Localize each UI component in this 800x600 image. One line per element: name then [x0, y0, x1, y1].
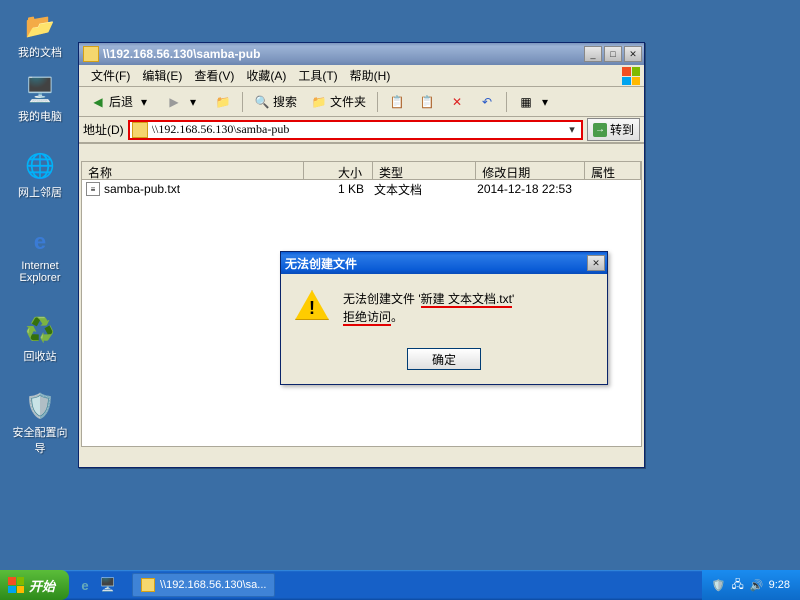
menu-edit[interactable]: 编辑(E)	[136, 65, 188, 86]
forward-button[interactable]: ▶▾	[161, 91, 206, 113]
maximize-button[interactable]: □	[604, 46, 622, 62]
tray-volume-icon[interactable]: 🔊	[750, 578, 764, 592]
desktop-icon-security[interactable]: 🛡️安全配置向导	[8, 390, 72, 456]
column-headers: 名称 大小 类型 修改日期 属性	[82, 162, 641, 180]
desktop-icon-computer[interactable]: 🖥️ 我的电脑	[8, 74, 72, 124]
folders-button[interactable]: 📁文件夹	[306, 90, 371, 113]
go-arrow-icon: →	[593, 123, 607, 137]
move-icon: 📋	[389, 94, 405, 110]
minimize-button[interactable]: _	[584, 46, 602, 62]
move-to-button[interactable]: 📋	[384, 91, 410, 113]
ql-desktop[interactable]: 🖥️	[98, 575, 118, 595]
col-size[interactable]: 大小	[304, 162, 373, 179]
close-button[interactable]: ✕	[624, 46, 642, 62]
warning-icon: !	[295, 290, 329, 320]
col-date[interactable]: 修改日期	[476, 162, 585, 179]
clock[interactable]: 9:28	[769, 579, 790, 591]
desktop-icon-ie[interactable]: eInternet Explorer	[8, 226, 72, 284]
shield-icon: 🛡️	[24, 390, 56, 422]
back-icon: ◀	[90, 94, 106, 110]
label: Internet Explorer	[8, 260, 72, 284]
window-title: \\192.168.56.130\samba-pub	[103, 47, 584, 61]
tray-security-icon[interactable]: 🛡️	[712, 578, 726, 592]
col-attr[interactable]: 属性	[585, 162, 641, 179]
ok-button[interactable]: 确定	[407, 348, 481, 370]
address-dropdown[interactable]: ▾	[565, 123, 579, 136]
dialog-titlebar[interactable]: 无法创建文件 ✕	[281, 252, 607, 274]
chevron-down-icon: ▾	[537, 94, 553, 110]
desktop-icon-documents[interactable]: 📂 我的文档	[8, 10, 72, 60]
views-button[interactable]: ▦▾	[513, 91, 558, 113]
label: 回收站	[8, 348, 72, 364]
menu-file[interactable]: 文件(F)	[85, 65, 136, 86]
folder-icon	[141, 578, 155, 592]
label: 我的电脑	[8, 108, 72, 124]
chevron-down-icon: ▾	[136, 94, 152, 110]
up-button[interactable]: 📁	[210, 91, 236, 113]
col-name[interactable]: 名称	[82, 162, 304, 179]
desktop-icon-network[interactable]: 🌐 网上邻居	[8, 150, 72, 200]
folder-icon	[132, 122, 148, 138]
menu-view[interactable]: 查看(V)	[188, 65, 240, 86]
folder-up-icon: 📁	[215, 94, 231, 110]
computer-icon: 🖥️	[24, 74, 56, 106]
windows-flag-icon	[8, 577, 24, 593]
col-type[interactable]: 类型	[373, 162, 476, 179]
address-input-wrapper[interactable]: ▾	[128, 120, 583, 140]
undo-icon: ↶	[479, 94, 495, 110]
statusbar	[79, 143, 644, 161]
taskbar: 开始 e 🖥️ \\192.168.56.130\sa... 🛡️ 🖧 🔊 9:…	[0, 570, 800, 600]
delete-icon: ✕	[449, 94, 465, 110]
undo-button[interactable]: ↶	[474, 91, 500, 113]
copy-icon: 📋	[419, 94, 435, 110]
label: 我的文档	[8, 44, 72, 60]
delete-button[interactable]: ✕	[444, 91, 470, 113]
ql-ie[interactable]: e	[75, 575, 95, 595]
desktop-icon-recycle[interactable]: ♻️ 回收站	[8, 314, 72, 364]
folder-icon	[83, 46, 99, 62]
views-icon: ▦	[518, 94, 534, 110]
label: 安全配置向导	[8, 424, 72, 456]
address-bar: 地址(D) ▾ →转到	[79, 117, 644, 143]
dialog-title: 无法创建文件	[285, 255, 587, 272]
recycle-icon: ♻️	[24, 314, 56, 346]
windows-flag-icon	[622, 67, 640, 85]
titlebar[interactable]: \\192.168.56.130\samba-pub _ □ ✕	[79, 43, 644, 65]
ie-icon: e	[24, 226, 56, 258]
list-item[interactable]: ≡samba-pub.txt 1 KB 文本文档 2014-12-18 22:5…	[82, 180, 641, 198]
label: 网上邻居	[8, 184, 72, 200]
quick-launch: e 🖥️	[69, 575, 124, 595]
network-icon: 🌐	[24, 150, 56, 182]
start-button[interactable]: 开始	[0, 570, 69, 600]
forward-icon: ▶	[166, 94, 182, 110]
dialog-message: 无法创建文件 '新建 文本文档.txt' 拒绝访问。	[343, 290, 514, 326]
chevron-down-icon: ▾	[185, 94, 201, 110]
go-button[interactable]: →转到	[587, 118, 640, 141]
system-tray: 🛡️ 🖧 🔊 9:28	[702, 570, 800, 600]
taskbar-item[interactable]: \\192.168.56.130\sa...	[132, 573, 275, 597]
folder-tree-icon: 📁	[311, 94, 327, 110]
copy-to-button[interactable]: 📋	[414, 91, 440, 113]
menu-favorites[interactable]: 收藏(A)	[240, 65, 292, 86]
search-icon: 🔍	[254, 94, 270, 110]
tray-network-icon[interactable]: 🖧	[731, 578, 745, 592]
menu-tools[interactable]: 工具(T)	[292, 65, 343, 86]
search-button[interactable]: 🔍搜索	[249, 90, 302, 113]
address-label: 地址(D)	[83, 121, 124, 138]
address-input[interactable]	[152, 122, 565, 137]
text-file-icon: ≡	[86, 182, 100, 196]
folder-icon: 📂	[24, 10, 56, 42]
toolbar: ◀后退▾ ▶▾ 📁 🔍搜索 📁文件夹 📋 📋 ✕ ↶ ▦▾	[79, 87, 644, 117]
close-button[interactable]: ✕	[587, 255, 605, 271]
menu-help[interactable]: 帮助(H)	[344, 65, 397, 86]
error-dialog: 无法创建文件 ✕ ! 无法创建文件 '新建 文本文档.txt' 拒绝访问。 确定	[280, 251, 608, 385]
back-button[interactable]: ◀后退▾	[85, 90, 157, 113]
menubar: 文件(F) 编辑(E) 查看(V) 收藏(A) 工具(T) 帮助(H)	[79, 65, 644, 87]
